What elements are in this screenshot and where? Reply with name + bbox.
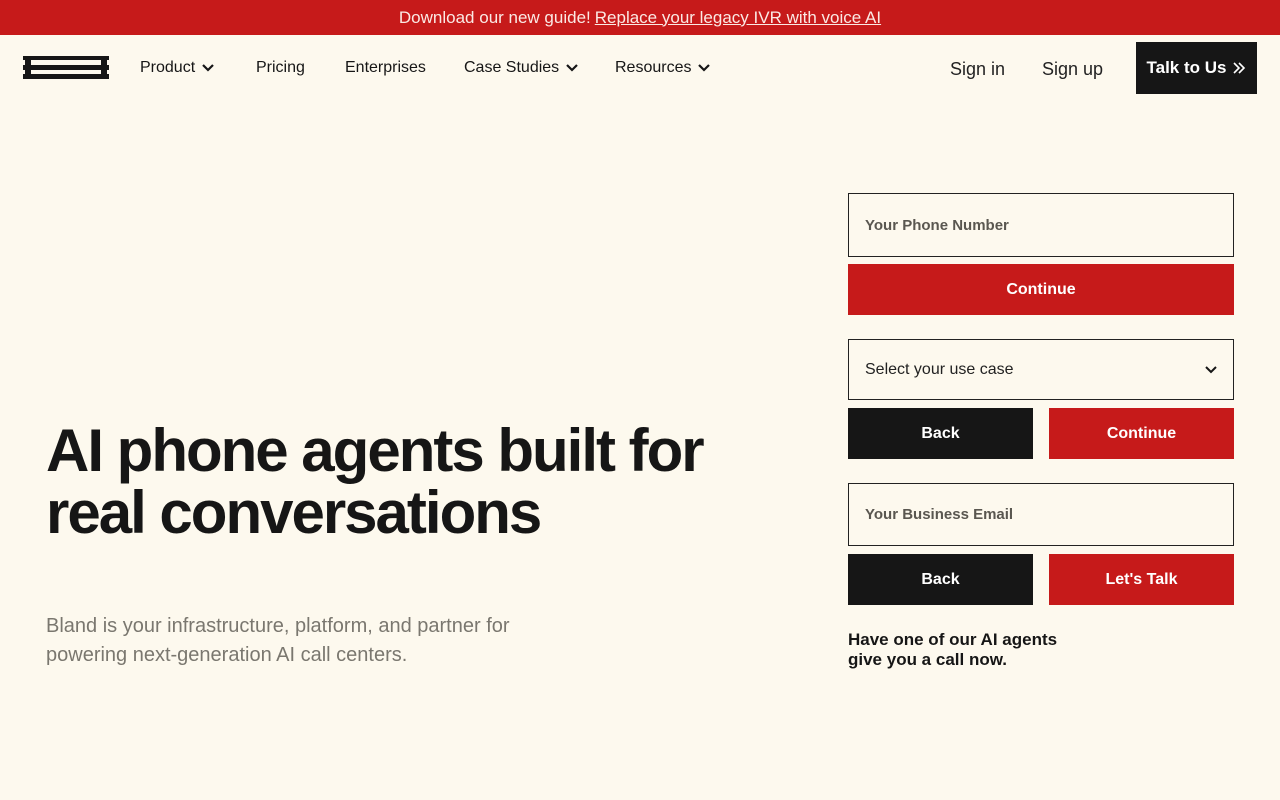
use-case-back-button[interactable]: Back (848, 408, 1033, 459)
talk-to-us-label: Talk to Us (1146, 58, 1227, 77)
nav-case-studies[interactable]: Case Studies (464, 59, 579, 77)
lets-talk-button[interactable]: Let's Talk (1049, 554, 1234, 605)
nav-resources[interactable]: Resources (615, 59, 711, 77)
email-back-button[interactable]: Back (848, 554, 1033, 605)
nav-resources-label: Resources (615, 59, 692, 76)
nav-enterprises[interactable]: Enterprises (345, 59, 426, 77)
hero-title-line2: real conversations (46, 479, 542, 546)
hero-title: AI phone agents built for real conversat… (46, 420, 746, 544)
talk-to-us-button[interactable]: Talk to Us (1136, 42, 1257, 94)
top-nav: Product Pricing Enterprises Case Studies… (0, 35, 1280, 101)
chevron-down-icon (202, 64, 214, 72)
phone-number-input[interactable] (848, 193, 1234, 257)
nav-pricing-label: Pricing (256, 59, 305, 76)
chevron-down-icon (566, 64, 578, 72)
use-case-select[interactable]: Select your use case (848, 339, 1234, 400)
nav-enterprises-label: Enterprises (345, 59, 426, 76)
phone-continue-button[interactable]: Continue (848, 264, 1234, 315)
nav-pricing[interactable]: Pricing (256, 59, 305, 77)
business-email-input[interactable] (848, 483, 1234, 546)
sign-in-link[interactable]: Sign in (950, 59, 1005, 80)
double-chevron-right-icon (1233, 62, 1246, 74)
banner-link[interactable]: Replace your legacy IVR with voice AI (595, 8, 881, 28)
call-note: Have one of our AI agents give you a cal… (848, 630, 1058, 669)
chevron-down-icon (698, 64, 711, 72)
nav-case-studies-label: Case Studies (464, 59, 560, 76)
banner-text: Download our new guide! (398, 7, 591, 27)
hero-title-line1: AI phone agents built for (46, 417, 705, 484)
use-case-continue-button[interactable]: Continue (1049, 408, 1234, 459)
nav-product[interactable]: Product (140, 59, 215, 77)
announcement-banner: Download our new guide! Replace your leg… (0, 0, 1280, 35)
sign-up-link[interactable]: Sign up (1042, 59, 1103, 80)
bland-logo[interactable] (23, 56, 109, 79)
use-case-select-label: Select your use case (865, 360, 1014, 378)
nav-product-label: Product (140, 59, 196, 76)
chevron-down-icon (1205, 365, 1217, 373)
hero-subtitle: Bland is your infrastructure, platform, … (46, 615, 510, 666)
